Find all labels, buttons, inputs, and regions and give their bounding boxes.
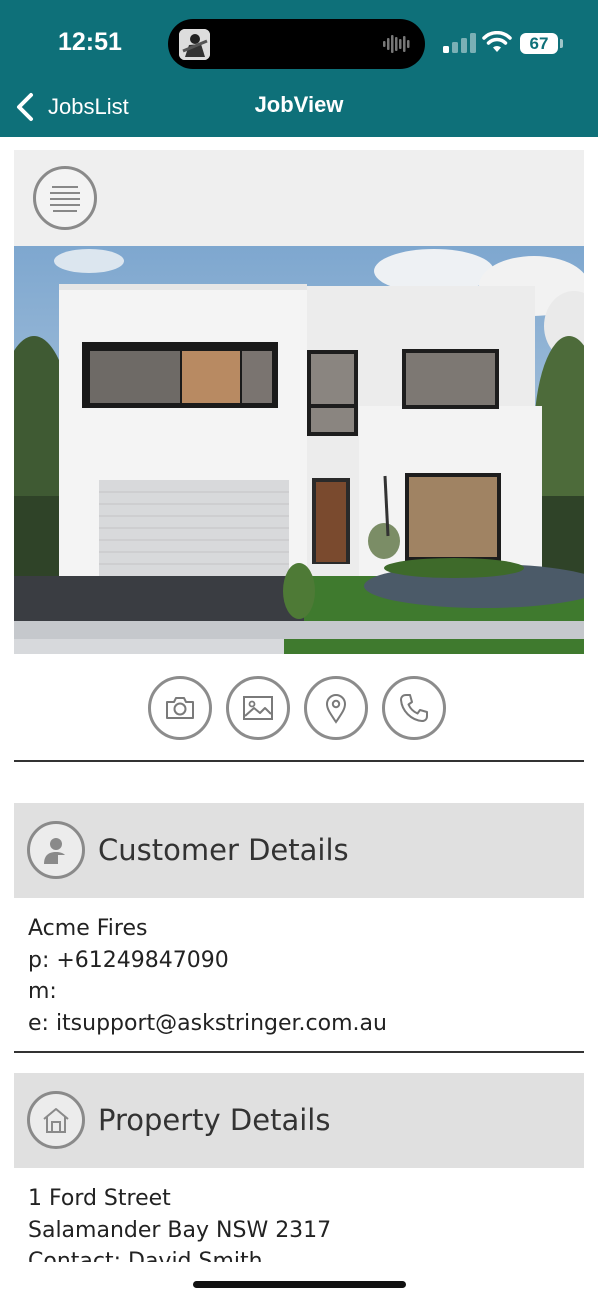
- menu-bar: [14, 150, 584, 246]
- divider: [14, 760, 584, 762]
- property-details-header[interactable]: Property Details: [14, 1073, 584, 1168]
- customer-mobile[interactable]: m:: [28, 976, 387, 1008]
- page-title: JobView: [254, 92, 344, 117]
- menu-button[interactable]: [33, 166, 97, 230]
- customer-phone[interactable]: p: +61249847090: [28, 945, 387, 977]
- customer-details-header[interactable]: Customer Details: [14, 803, 584, 898]
- property-contact-partial: Contact: David Smith: [28, 1249, 263, 1262]
- battery-icon: 67: [520, 33, 558, 54]
- location-pin-icon: [325, 694, 347, 724]
- status-time: 12:51: [58, 28, 122, 56]
- location-button[interactable]: [304, 676, 368, 740]
- now-playing-artwork-icon: [179, 29, 210, 60]
- signal-icon: [443, 33, 476, 53]
- action-buttons: [148, 676, 446, 742]
- customer-details: Acme Fires p: +61249847090 m: e: itsuppo…: [28, 913, 387, 1039]
- hamburger-menu-icon: [50, 186, 80, 212]
- image-icon: [243, 696, 273, 720]
- phone-button[interactable]: [382, 676, 446, 740]
- gallery-button[interactable]: [226, 676, 290, 740]
- divider: [14, 1051, 584, 1053]
- section-title: Customer Details: [98, 833, 349, 867]
- property-suburb: Salamander Bay NSW 2317: [28, 1217, 332, 1243]
- wifi-icon: [482, 31, 512, 52]
- home-icon: [27, 1091, 85, 1149]
- customer-name: Acme Fires: [28, 916, 148, 941]
- camera-icon: [166, 697, 194, 719]
- customer-email[interactable]: e: itsupport@askstringer.com.au: [28, 1008, 387, 1040]
- dynamic-island: [168, 19, 425, 69]
- audio-wave-icon: [383, 35, 410, 53]
- home-indicator[interactable]: [193, 1281, 406, 1288]
- app-header: 12:51 67 JobsList JobView: [0, 0, 598, 137]
- property-street: 1 Ford Street: [28, 1186, 171, 1211]
- user-icon: [27, 821, 85, 879]
- job-photo: [14, 246, 584, 654]
- property-details: 1 Ford Street Salamander Bay NSW 2317 Co…: [28, 1183, 331, 1262]
- section-title: Property Details: [98, 1103, 331, 1137]
- phone-icon: [400, 694, 428, 722]
- camera-button[interactable]: [148, 676, 212, 740]
- battery-cap: [560, 39, 563, 48]
